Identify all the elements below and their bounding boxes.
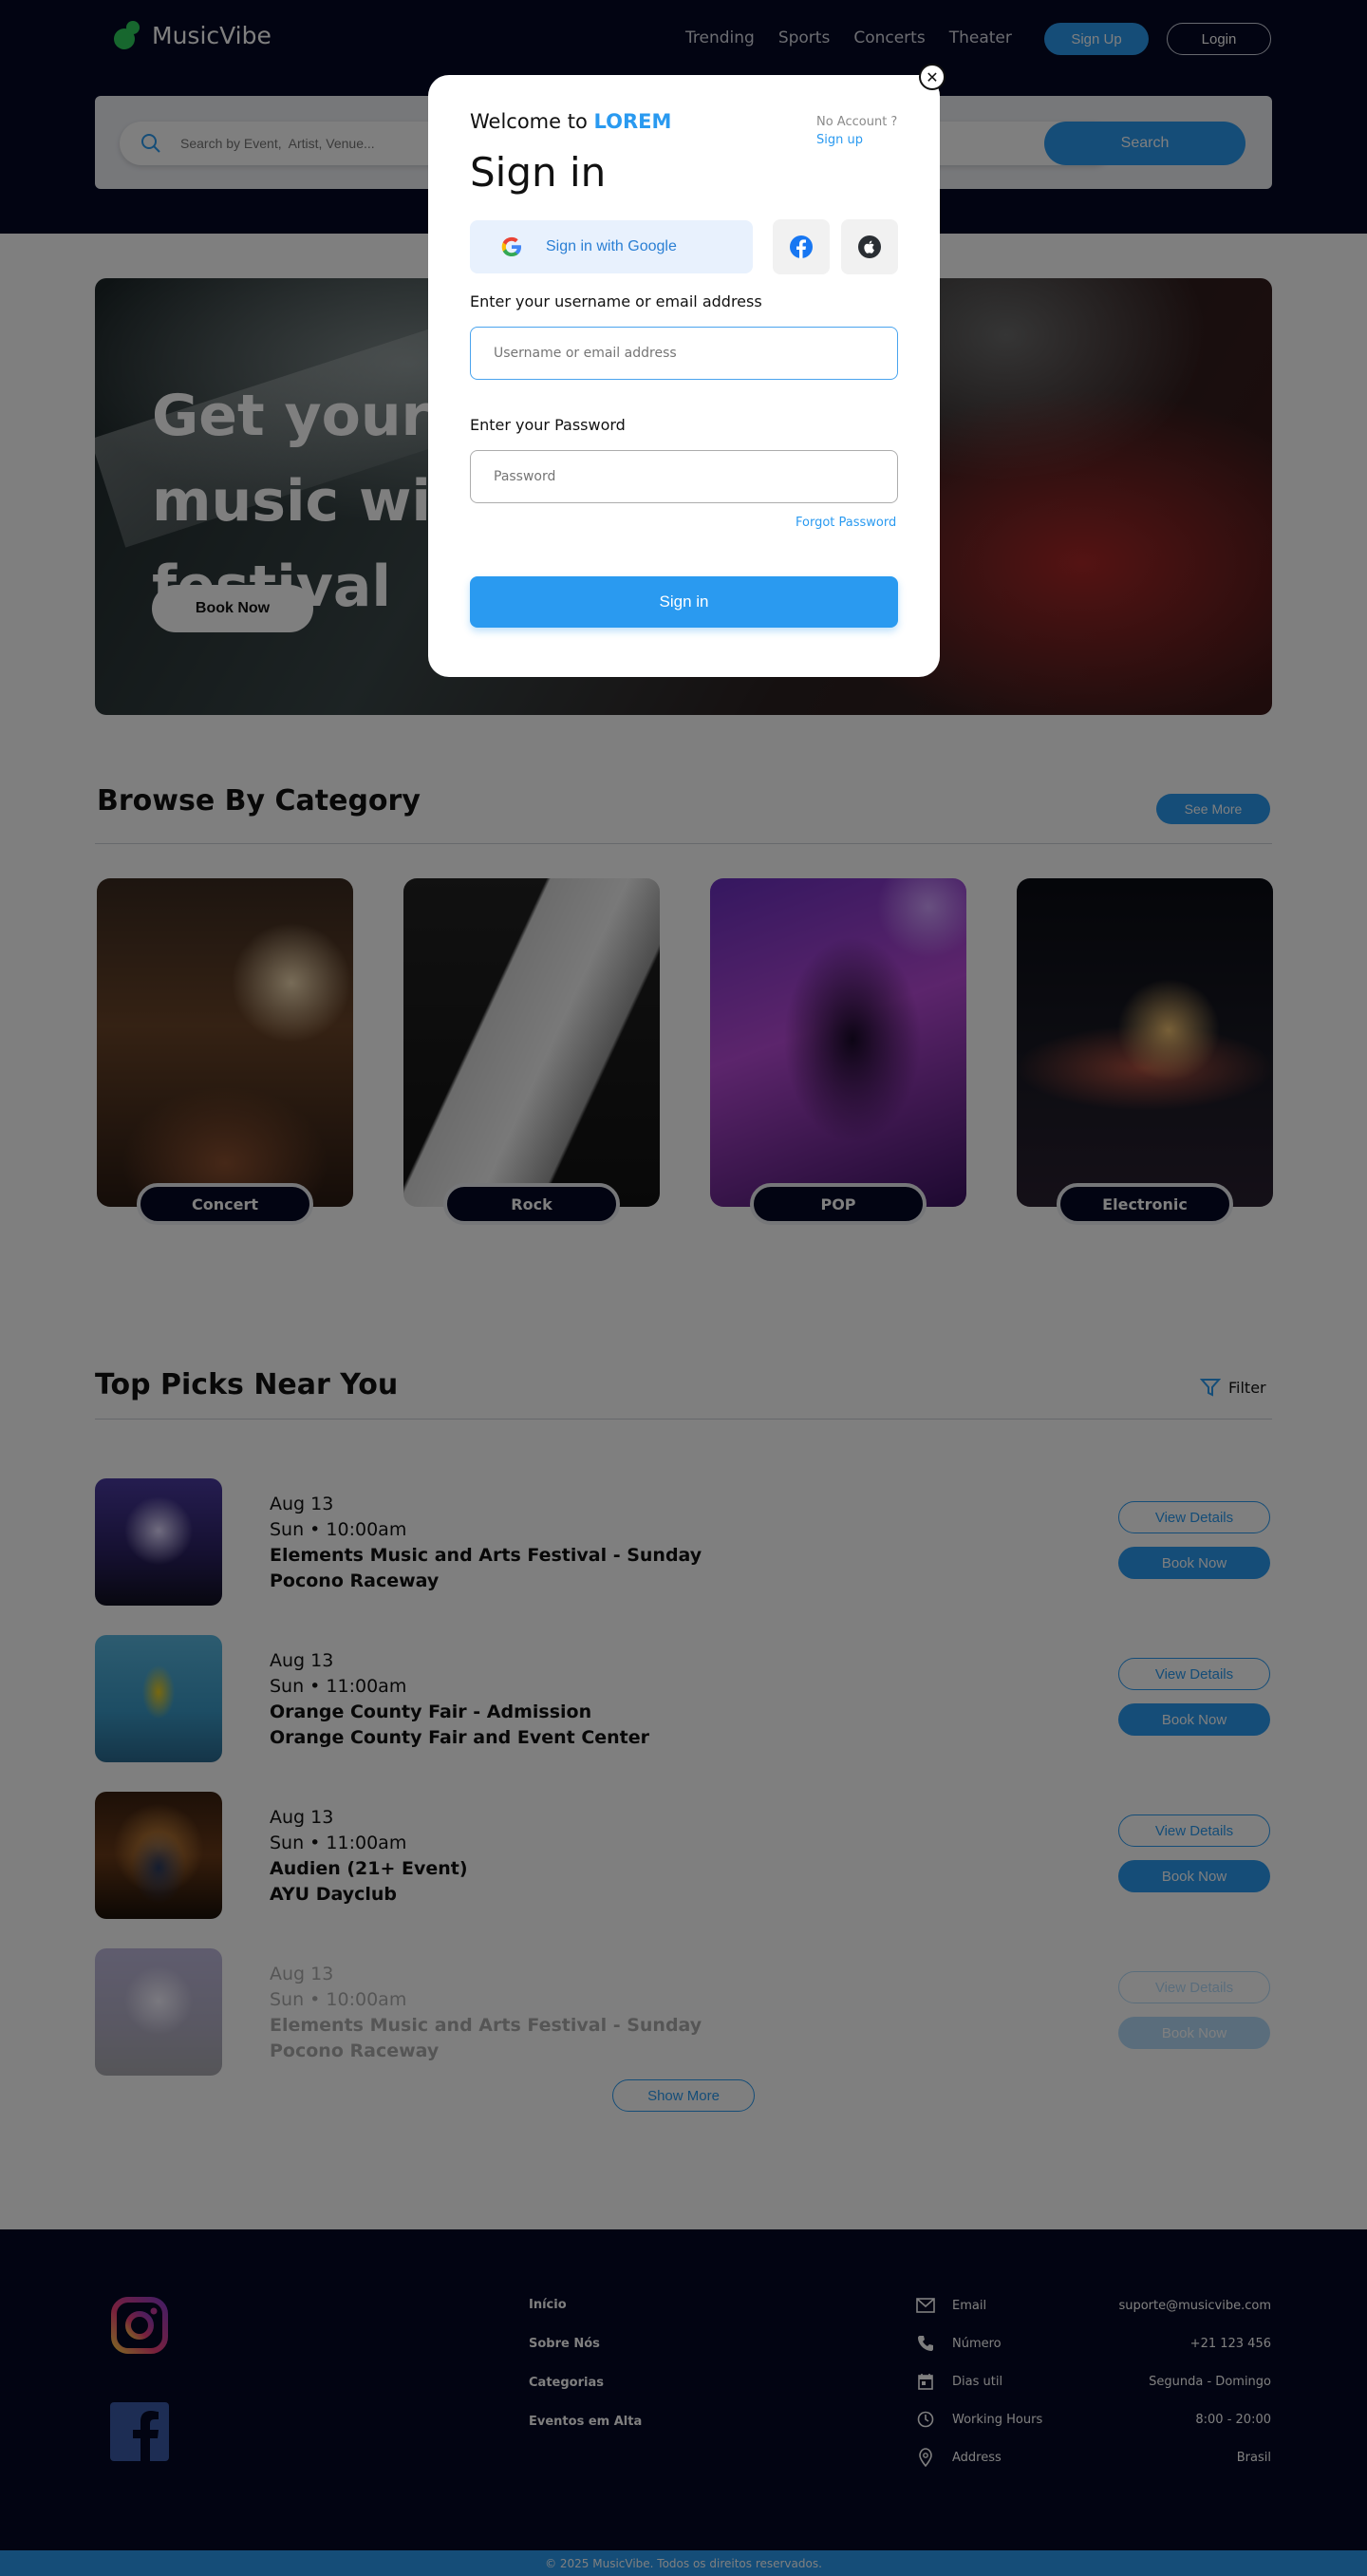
signin-modal: Welcome to LOREM No Account ? Sign up Si…	[428, 75, 940, 677]
google-icon	[501, 236, 521, 256]
apple-icon	[858, 235, 881, 258]
username-label: Enter your username or email address	[470, 292, 762, 310]
password-input[interactable]	[470, 450, 898, 503]
apple-signin-button[interactable]	[841, 219, 898, 274]
forgot-password-link[interactable]: Forgot Password	[796, 516, 896, 530]
close-icon[interactable]: ✕	[919, 64, 946, 90]
modal-title: Sign in	[470, 149, 607, 196]
welcome-text: Welcome to	[470, 110, 588, 133]
facebook-signin-button[interactable]	[773, 219, 830, 274]
welcome-brand: LOREM	[593, 110, 672, 133]
signup-link[interactable]: Sign up	[816, 133, 863, 147]
password-label: Enter your Password	[470, 416, 626, 434]
facebook-icon	[790, 235, 813, 258]
google-signin-label: Sign in with Google	[546, 238, 677, 254]
username-input[interactable]	[470, 327, 898, 380]
modal-welcome: Welcome to LOREM	[470, 110, 671, 133]
no-account-text: No Account ?	[816, 115, 898, 129]
google-signin-button[interactable]: Sign in with Google	[470, 220, 753, 273]
signin-submit-button[interactable]: Sign in	[470, 576, 898, 628]
